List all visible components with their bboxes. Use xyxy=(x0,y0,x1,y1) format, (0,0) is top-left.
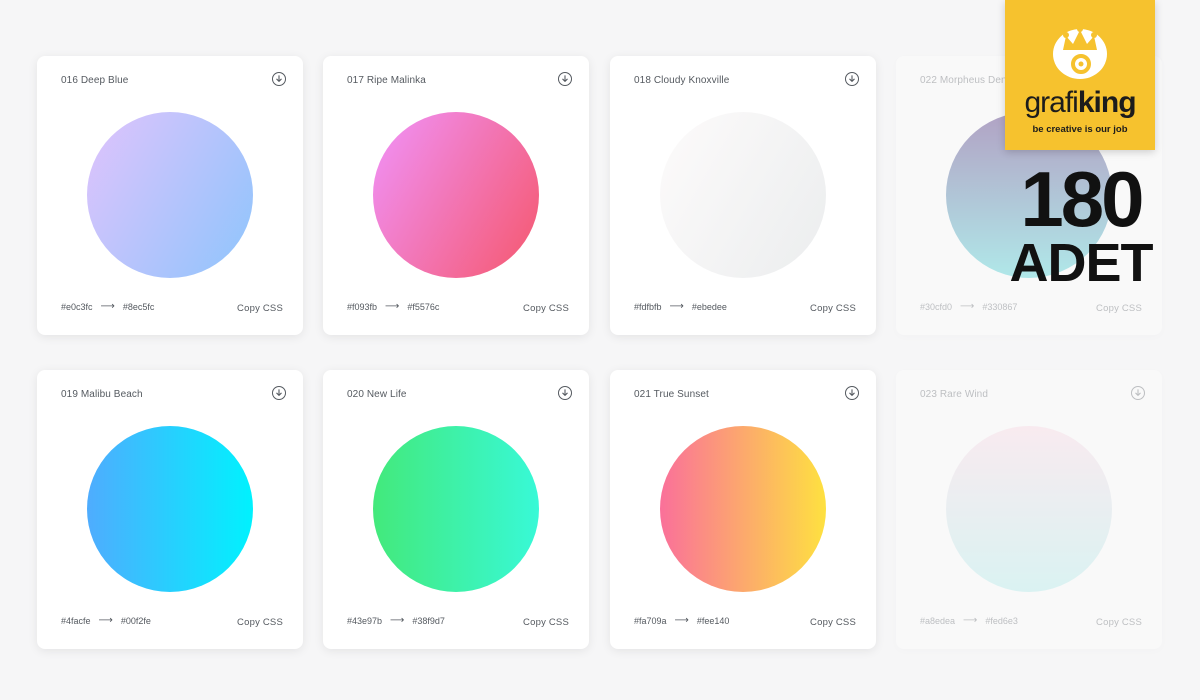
copy-css-label: Copy CSS xyxy=(237,617,283,628)
arrow-right-icon: ⟶ xyxy=(669,301,684,312)
color-to[interactable]: #330867 xyxy=(982,302,1017,312)
color-from[interactable]: #a8edea xyxy=(920,616,955,626)
card-title: 018 Cloudy Knoxville xyxy=(634,75,730,86)
gradient-swatch xyxy=(946,426,1112,592)
brand-name: grafiking xyxy=(1005,86,1155,120)
color-stops: #30cfd0 ⟶ #330867 xyxy=(920,301,1017,312)
download-icon[interactable] xyxy=(1131,386,1145,400)
gradient-swatch xyxy=(660,426,826,592)
arrow-right-icon: ⟶ xyxy=(674,615,689,626)
card-title: 022 Morpheus Den xyxy=(920,75,1007,86)
color-to[interactable]: #38f9d7 xyxy=(412,616,445,626)
color-to[interactable]: #f5576c xyxy=(407,302,439,312)
promo-count: 180 xyxy=(1020,155,1144,243)
copy-css-button[interactable]: Copy CSS xyxy=(810,303,856,314)
promo-unit: ADET xyxy=(1009,233,1154,293)
color-to[interactable]: #00f2fe xyxy=(121,616,151,626)
copy-css-label: Copy CSS xyxy=(810,303,856,314)
card-title: 017 Ripe Malinka xyxy=(347,75,426,86)
color-from[interactable]: #f093fb xyxy=(347,302,377,312)
copy-css-button[interactable]: Copy CSS xyxy=(1096,617,1142,628)
color-stops: #f093fb ⟶ #f5576c xyxy=(347,301,439,312)
crown-logo-icon xyxy=(1053,26,1107,79)
gradient-card[interactable]: 016 Deep Blue #e0c3fc ⟶ #8ec5fc Copy CSS xyxy=(37,56,303,335)
gradient-card[interactable]: 019 Malibu Beach #4facfe ⟶ #00f2fe Copy … xyxy=(37,370,303,649)
gradient-card[interactable]: 020 New Life #43e97b ⟶ #38f9d7 Copy CSS xyxy=(323,370,589,649)
copy-css-label: Copy CSS xyxy=(810,617,856,628)
color-to[interactable]: #ebedee xyxy=(692,302,727,312)
gradient-gallery-page: 016 Deep Blue #e0c3fc ⟶ #8ec5fc Copy CSS… xyxy=(0,0,1200,700)
color-from[interactable]: #e0c3fc xyxy=(61,302,93,312)
arrow-right-icon: ⟶ xyxy=(963,615,978,626)
download-icon[interactable] xyxy=(558,72,572,86)
download-icon[interactable] xyxy=(558,386,572,400)
copy-css-button[interactable]: Copy CSS xyxy=(1096,303,1142,314)
copy-css-label: Copy CSS xyxy=(1096,303,1142,314)
color-from[interactable]: #fdfbfb xyxy=(634,302,662,312)
color-from[interactable]: #fa709a xyxy=(634,616,667,626)
gradient-card[interactable]: 018 Cloudy Knoxville #fdfbfb ⟶ #ebedee C… xyxy=(610,56,876,335)
arrow-right-icon: ⟶ xyxy=(385,301,400,312)
color-stops: #4facfe ⟶ #00f2fe xyxy=(61,615,151,626)
color-stops: #fdfbfb ⟶ #ebedee xyxy=(634,301,727,312)
gradient-swatch xyxy=(87,112,253,278)
download-icon[interactable] xyxy=(272,72,286,86)
color-stops: #43e97b ⟶ #38f9d7 xyxy=(347,615,445,626)
gradient-swatch xyxy=(87,426,253,592)
download-icon[interactable] xyxy=(845,72,859,86)
gradient-swatch xyxy=(373,112,539,278)
copy-css-button[interactable]: Copy CSS xyxy=(523,617,569,628)
card-title: 023 Rare Wind xyxy=(920,389,988,400)
color-from[interactable]: #4facfe xyxy=(61,616,91,626)
copy-css-label: Copy CSS xyxy=(523,303,569,314)
brand-name-part1: grafi xyxy=(1024,86,1078,119)
copy-css-label: Copy CSS xyxy=(1096,617,1142,628)
brand-badge: grafiking be creative is our job xyxy=(1005,0,1155,150)
color-stops: #a8edea ⟶ #fed6e3 xyxy=(920,615,1018,626)
copy-css-button[interactable]: Copy CSS xyxy=(237,303,283,314)
color-stops: #e0c3fc ⟶ #8ec5fc xyxy=(61,301,154,312)
gradient-swatch xyxy=(660,112,826,278)
copy-css-button[interactable]: Copy CSS xyxy=(237,617,283,628)
arrow-right-icon: ⟶ xyxy=(100,301,115,312)
arrow-right-icon: ⟶ xyxy=(390,615,405,626)
color-stops: #fa709a ⟶ #fee140 xyxy=(634,615,729,626)
card-title: 016 Deep Blue xyxy=(61,75,129,86)
color-to[interactable]: #fee140 xyxy=(697,616,730,626)
copy-css-label: Copy CSS xyxy=(523,617,569,628)
brand-name-part2: king xyxy=(1077,86,1137,119)
brand-tagline: be creative is our job xyxy=(1032,124,1128,135)
gradient-card[interactable]: 017 Ripe Malinka #f093fb ⟶ #f5576c Copy … xyxy=(323,56,589,335)
card-title: 021 True Sunset xyxy=(634,389,709,400)
download-icon[interactable] xyxy=(272,386,286,400)
card-title: 020 New Life xyxy=(347,389,407,400)
color-to[interactable]: #8ec5fc xyxy=(123,302,155,312)
card-title: 019 Malibu Beach xyxy=(61,389,143,400)
copy-css-button[interactable]: Copy CSS xyxy=(523,303,569,314)
copy-css-button[interactable]: Copy CSS xyxy=(810,617,856,628)
copy-css-label: Copy CSS xyxy=(237,303,283,314)
color-from[interactable]: #43e97b xyxy=(347,616,382,626)
gradient-card[interactable]: 023 Rare Wind #a8edea ⟶ #fed6e3 Copy CSS xyxy=(896,370,1162,649)
gradient-card[interactable]: 021 True Sunset #fa709a ⟶ #fee140 Copy C… xyxy=(610,370,876,649)
gradient-swatch xyxy=(373,426,539,592)
arrow-right-icon: ⟶ xyxy=(960,301,975,312)
arrow-right-icon: ⟶ xyxy=(98,615,113,626)
color-from[interactable]: #30cfd0 xyxy=(920,302,952,312)
color-to[interactable]: #fed6e3 xyxy=(985,616,1018,626)
download-icon[interactable] xyxy=(845,386,859,400)
